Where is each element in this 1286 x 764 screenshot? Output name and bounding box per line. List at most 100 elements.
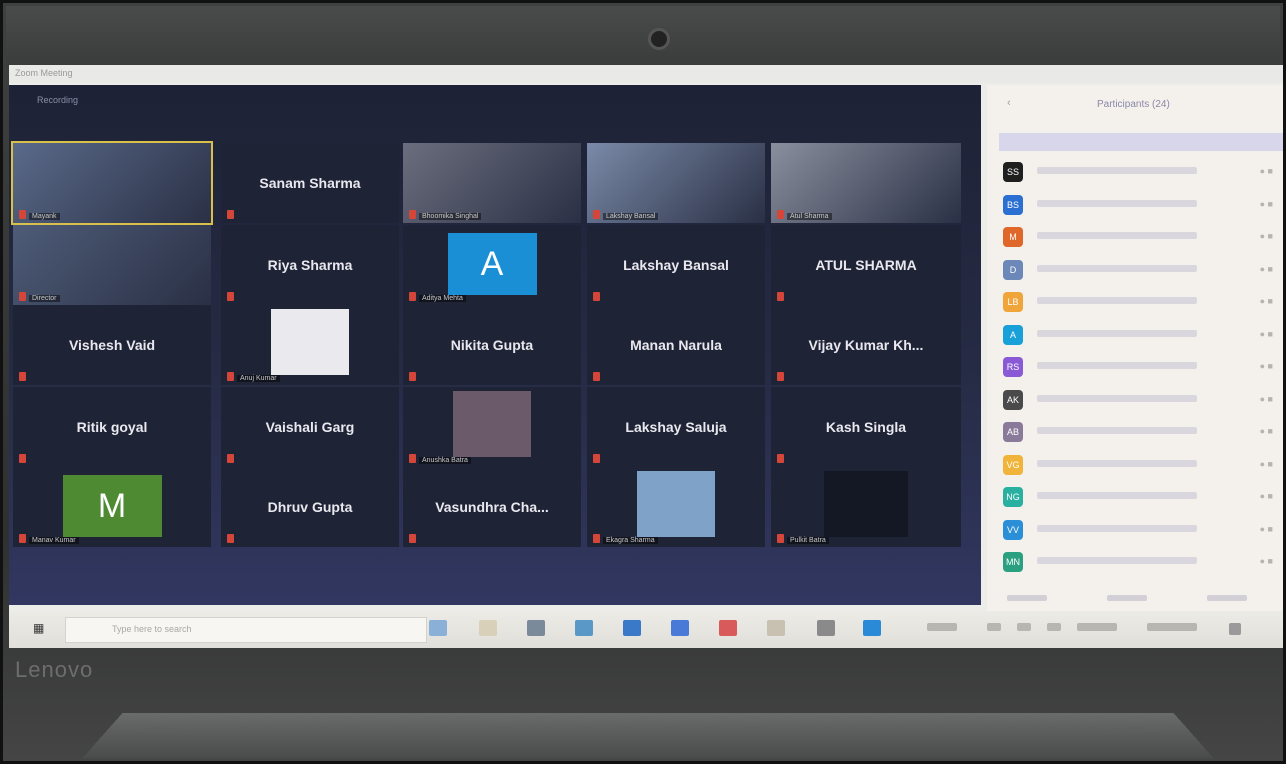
store-icon[interactable] (527, 620, 545, 636)
app-icon[interactable] (767, 620, 785, 636)
participant-tile[interactable]: Dhruv Gupta (221, 467, 399, 547)
participant-tile[interactable]: Bhoomika Singhal (403, 143, 581, 223)
participant-video (13, 225, 211, 305)
participant-tile[interactable]: Nikita Gupta (403, 305, 581, 385)
participant-caption: Ekagra Sharma (603, 537, 658, 544)
participant-list-name (1037, 394, 1197, 402)
participant-tile[interactable]: Vaishali Garg (221, 387, 399, 467)
task-view-icon[interactable] (479, 620, 497, 636)
participant-list-item[interactable]: M ● ■ (997, 222, 1283, 255)
participant-name: Nikita Gupta (450, 337, 534, 353)
participant-list-item[interactable]: SS ● ■ (997, 157, 1283, 190)
participant-tile[interactable]: Lakshay Saluja (587, 387, 765, 467)
mic-muted-icon (409, 292, 416, 301)
mic-video-status-icon: ● ■ (1259, 198, 1273, 209)
participant-list-avatar: A (1003, 324, 1023, 345)
mic-muted-icon (227, 292, 234, 301)
participant-list-item[interactable]: VV ● ■ (997, 515, 1283, 548)
participant-video (824, 471, 908, 538)
participant-tile[interactable]: Sanam Sharma (221, 143, 399, 223)
participant-list-item[interactable]: RS ● ■ (997, 352, 1283, 385)
participant-list-avatar: LB (1003, 292, 1023, 312)
laptop-photo: Zoom Meeting Recording Mayank Sanam Sharm… (0, 0, 1286, 764)
cortana-icon[interactable] (429, 620, 447, 636)
file-explorer-icon[interactable] (575, 620, 593, 636)
mic-muted-icon (409, 534, 416, 543)
participant-tile[interactable]: Pulkit Batra (771, 467, 961, 547)
participant-name: Riya Sharma (267, 257, 353, 273)
participant-tile[interactable]: Mayank (11, 141, 213, 225)
mic-video-status-icon: ● ■ (1259, 458, 1273, 469)
participant-list-name (1037, 297, 1197, 304)
participant-video (587, 143, 765, 223)
mic-muted-icon (409, 454, 416, 463)
participant-tile[interactable]: Ekagra Sharma (587, 467, 765, 547)
participant-name: Vasundhra Cha... (435, 499, 549, 515)
participant-tile[interactable]: Kash Singla (771, 387, 961, 467)
participant-tile[interactable]: Anushka Batra (403, 387, 581, 467)
participant-list-item[interactable]: LB ● ■ (997, 287, 1283, 320)
participant-name: Kash Singla (825, 419, 907, 435)
mic-muted-icon (777, 454, 784, 463)
participant-tile[interactable]: Lakshay Bansal (587, 225, 765, 305)
mic-muted-icon (593, 454, 600, 463)
participant-caption: Aditya Mehta (419, 295, 466, 302)
participant-tile[interactable]: Manan Narula (587, 305, 765, 385)
more-button[interactable] (1207, 595, 1247, 601)
participant-list-item[interactable]: AB ● ■ (997, 417, 1283, 450)
mic-video-status-icon: ● ■ (1259, 263, 1273, 274)
participant-list-item[interactable]: MN ● ■ (997, 547, 1283, 580)
mic-video-status-icon: ● ■ (1259, 166, 1273, 176)
windows-taskbar: ▦ Type here to search (9, 611, 1283, 648)
notification-icon[interactable] (1229, 623, 1241, 635)
mic-muted-icon (19, 372, 26, 381)
laptop-top-bezel (6, 6, 1280, 66)
mic-video-status-icon: ● ■ (1259, 556, 1273, 566)
participant-tile[interactable]: Vasundhra Cha... (403, 467, 581, 547)
participant-tile[interactable]: M Manav Kumar (13, 467, 211, 547)
participant-list-item[interactable]: A ● ■ (997, 320, 1283, 353)
edge-icon[interactable] (623, 620, 641, 636)
mic-muted-icon (227, 454, 234, 463)
participant-tile[interactable]: Director (13, 225, 211, 305)
participant-search-bar[interactable] (999, 133, 1283, 151)
participant-name: Ritik goyal (76, 419, 148, 435)
participant-avatar: A (447, 233, 537, 296)
mic-muted-icon (409, 210, 416, 219)
chrome-icon[interactable] (671, 620, 689, 636)
mic-video-status-icon: ● ■ (1259, 296, 1273, 306)
windows-start-icon[interactable]: ▦ (33, 621, 45, 635)
mute-all-button[interactable] (1107, 595, 1147, 601)
participants-footer (987, 591, 1283, 611)
participant-list-item[interactable]: VG ● ■ (997, 450, 1283, 483)
taskbar-search-placeholder: Type here to search (112, 624, 192, 634)
meeting-gallery: Recording Mayank Sanam Sharma Bhoomika Sin… (9, 85, 981, 634)
participant-tile[interactable]: Vishesh Vaid (13, 305, 211, 385)
participant-list-item[interactable]: D ● ■ (997, 255, 1283, 288)
camera-app-icon[interactable] (817, 620, 835, 636)
participant-tile[interactable]: Ritik goyal (13, 387, 211, 467)
mic-muted-icon (777, 210, 784, 219)
media-icon[interactable] (719, 620, 737, 636)
chevron-left-icon[interactable]: ‹ (1007, 97, 1011, 109)
participant-tile[interactable]: Vijay Kumar Kh... (771, 305, 961, 385)
taskbar-search-box[interactable]: Type here to search (65, 617, 427, 643)
mic-video-status-icon: ● ■ (1259, 393, 1273, 404)
participant-list-item[interactable]: BS ● ■ (997, 190, 1283, 223)
participant-tile[interactable]: ATUL SHARMA (771, 225, 961, 305)
participant-list-name (1037, 427, 1197, 434)
invite-button[interactable] (1007, 595, 1047, 601)
participant-tile[interactable]: A Aditya Mehta (403, 225, 581, 305)
participant-list-item[interactable]: AK ● ■ (997, 385, 1283, 418)
participant-video (771, 143, 961, 223)
participant-tile[interactable]: Riya Sharma (221, 225, 399, 305)
participant-tile[interactable]: Lakshay Bansal (587, 143, 765, 223)
participant-list-name (1037, 232, 1197, 239)
participant-list-item[interactable]: NG ● ■ (997, 482, 1283, 515)
participant-list-name (1037, 264, 1197, 272)
participant-list-name (1037, 524, 1197, 532)
zoom-app-icon[interactable] (863, 620, 881, 636)
participant-tile[interactable]: Anuj Kumar (221, 305, 399, 385)
participant-tile[interactable]: Atul Sharma (771, 143, 961, 223)
mic-video-status-icon: ● ■ (1259, 231, 1273, 241)
